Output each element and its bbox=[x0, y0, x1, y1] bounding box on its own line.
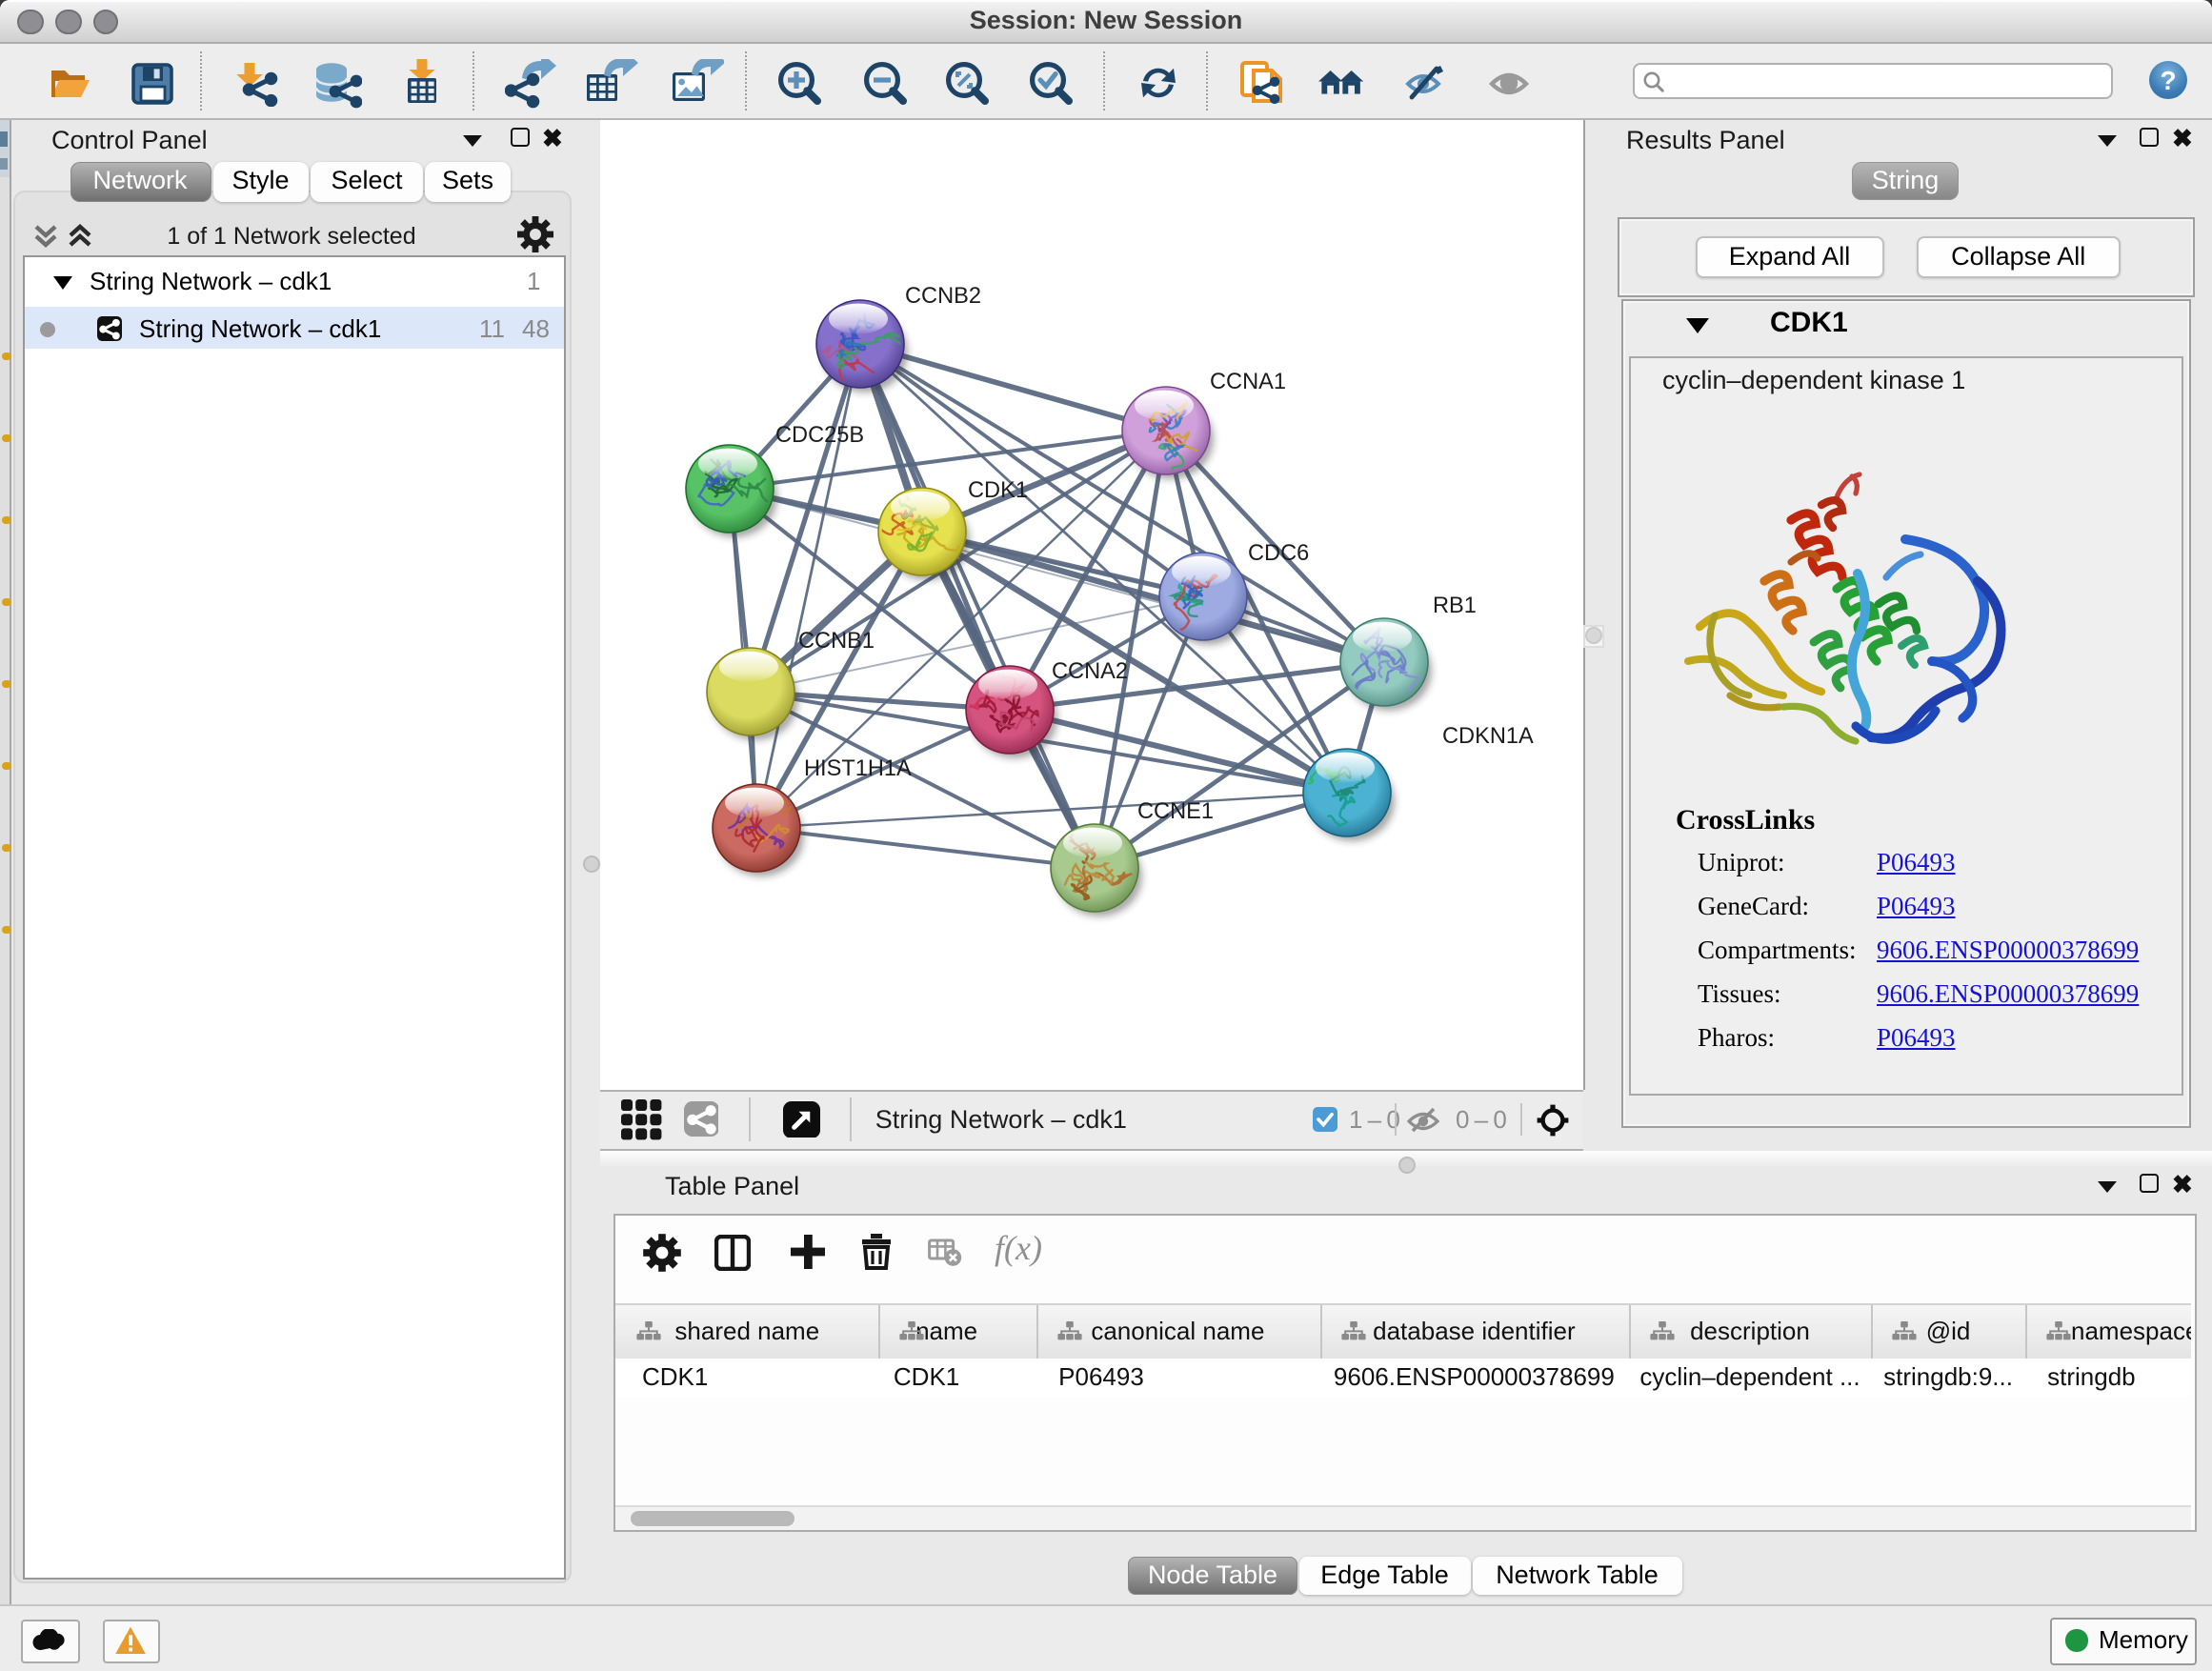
svg-text:CDKN1A: CDKN1A bbox=[1442, 723, 1534, 748]
svg-text:CDK1: CDK1 bbox=[968, 477, 1028, 502]
svg-text:CDC25B: CDC25B bbox=[775, 422, 864, 447]
svg-text:HIST1H1A: HIST1H1A bbox=[804, 755, 912, 780]
svg-text:CCNA1: CCNA1 bbox=[1210, 369, 1286, 393]
svg-text:CCNB2: CCNB2 bbox=[905, 283, 981, 308]
svg-text:CCNB1: CCNB1 bbox=[798, 628, 875, 653]
svg-text:CCNA2: CCNA2 bbox=[1052, 658, 1128, 683]
svg-text:RB1: RB1 bbox=[1433, 593, 1477, 617]
svg-text:CCNE1: CCNE1 bbox=[1137, 798, 1214, 823]
svg-text:CDC6: CDC6 bbox=[1248, 540, 1309, 565]
